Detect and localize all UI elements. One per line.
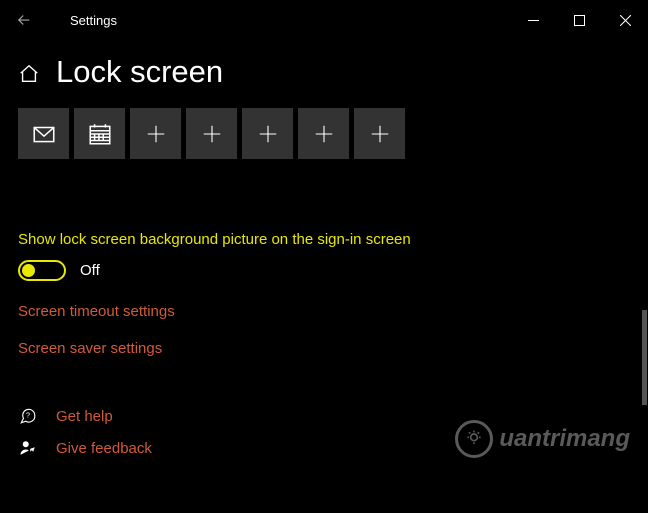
- window-controls: [510, 0, 648, 40]
- maximize-icon: [574, 15, 585, 26]
- toggle-state-label: Off: [80, 262, 100, 279]
- titlebar: Settings: [0, 0, 648, 40]
- mail-icon: [31, 121, 57, 147]
- help-icon: ?: [18, 407, 38, 425]
- screen-saver-link[interactable]: Screen saver settings: [18, 340, 630, 357]
- app-tile-add[interactable]: [242, 108, 293, 159]
- minimize-button[interactable]: [510, 0, 556, 40]
- watermark: uantrimang: [455, 420, 630, 458]
- page-title: Lock screen: [56, 54, 223, 90]
- app-tile-add[interactable]: [186, 108, 237, 159]
- plus-icon: [145, 123, 167, 145]
- app-tile-add[interactable]: [130, 108, 181, 159]
- maximize-button[interactable]: [556, 0, 602, 40]
- back-arrow-icon: [15, 11, 33, 29]
- close-icon: [620, 15, 631, 26]
- give-feedback-label: Give feedback: [56, 440, 152, 457]
- app-tile-row: [0, 108, 648, 159]
- app-tile-mail[interactable]: [18, 108, 69, 159]
- svg-text:?: ?: [26, 411, 30, 420]
- feedback-icon: [18, 439, 38, 457]
- calendar-icon: [87, 121, 113, 147]
- page-header: Lock screen: [0, 40, 648, 108]
- minimize-icon: [528, 15, 539, 26]
- close-button[interactable]: [602, 0, 648, 40]
- settings-section: Show lock screen background picture on t…: [0, 231, 648, 357]
- app-tile-add[interactable]: [298, 108, 349, 159]
- app-tile-calendar[interactable]: [74, 108, 125, 159]
- window-title: Settings: [70, 13, 117, 28]
- watermark-text: uantrimang: [499, 425, 630, 453]
- plus-icon: [257, 123, 279, 145]
- toggle-row: Off: [18, 260, 630, 281]
- app-tile-add[interactable]: [354, 108, 405, 159]
- toggle-thumb: [22, 264, 35, 277]
- plus-icon: [313, 123, 335, 145]
- get-help-label: Get help: [56, 408, 113, 425]
- back-button[interactable]: [0, 0, 48, 40]
- plus-icon: [201, 123, 223, 145]
- screen-timeout-link[interactable]: Screen timeout settings: [18, 303, 630, 320]
- background-on-signin-toggle[interactable]: [18, 260, 66, 281]
- home-icon[interactable]: [18, 63, 40, 85]
- scrollbar[interactable]: [642, 310, 647, 405]
- watermark-logo-icon: [455, 420, 493, 458]
- background-on-signin-label: Show lock screen background picture on t…: [18, 231, 630, 248]
- plus-icon: [369, 123, 391, 145]
